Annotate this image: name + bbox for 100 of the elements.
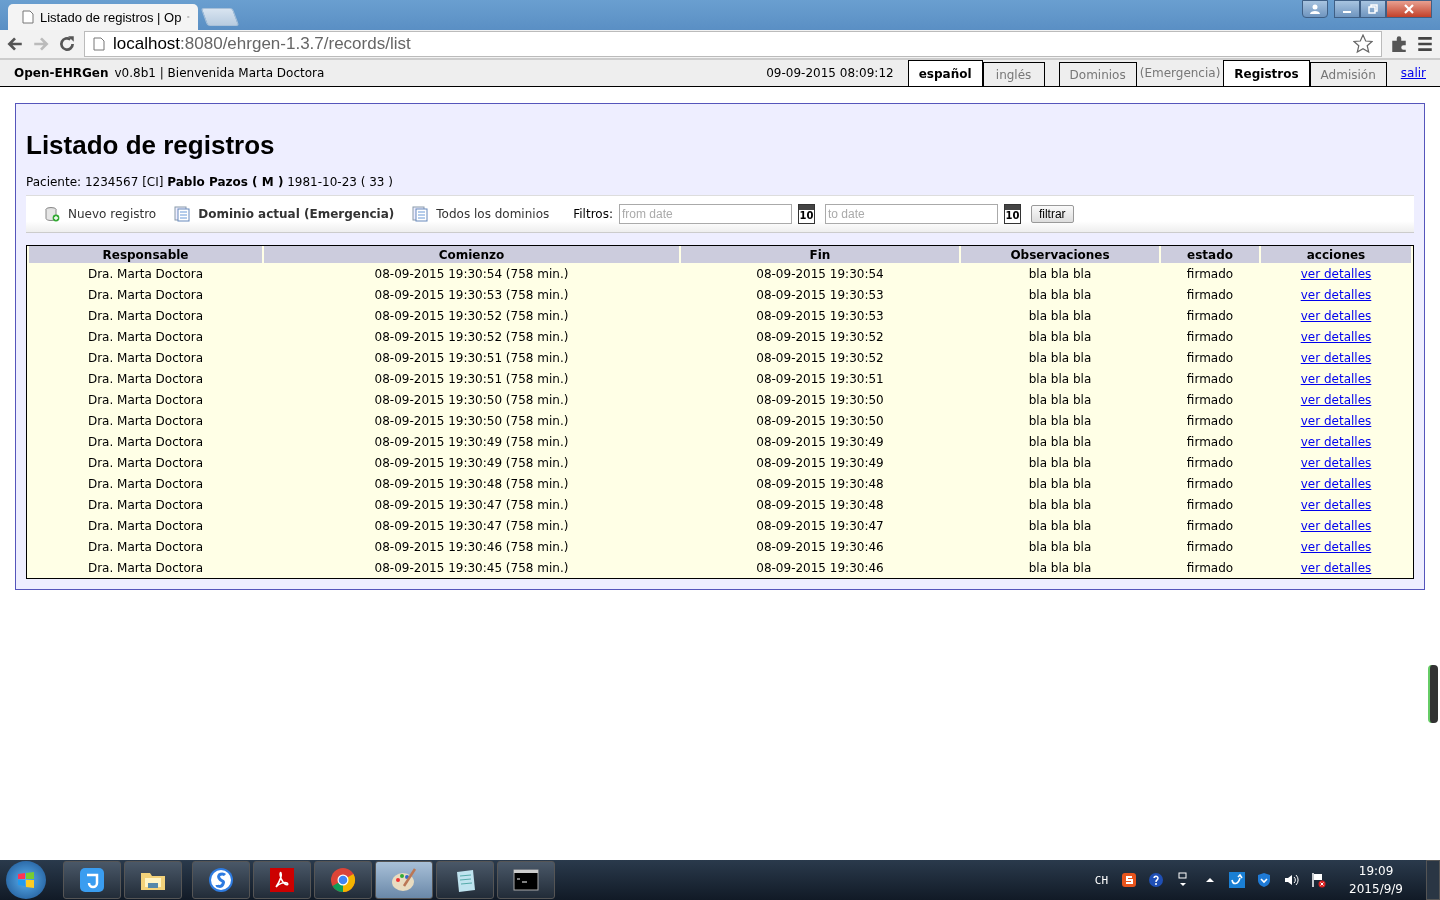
menu-tab[interactable]: Registros (1223, 60, 1310, 86)
table-cell: Dra. Marta Doctora (87, 413, 204, 428)
table-cell: Dra. Marta Doctora (87, 329, 204, 344)
details-link[interactable]: ver detalles (1300, 434, 1372, 449)
chrome-icon[interactable] (314, 861, 372, 899)
details-link[interactable]: ver detalles (1300, 413, 1372, 428)
restore-button[interactable] (1360, 0, 1386, 18)
star-icon[interactable] (1353, 34, 1373, 54)
terminal-icon[interactable] (497, 861, 555, 899)
back-icon[interactable] (6, 35, 24, 53)
clock[interactable]: 19:09 2015/9/9 (1349, 862, 1403, 898)
tab-title: Listado de registros | Op (40, 9, 182, 25)
details-link[interactable]: ver detalles (1300, 266, 1372, 281)
table-cell: firmado (1186, 497, 1234, 512)
table-cell: Dra. Marta Doctora (87, 308, 204, 323)
table-cell: 08-09-2015 19:30:46 (758 min.) (374, 539, 569, 554)
app-name: Open-EHRGen (14, 65, 109, 82)
table-cell: 08-09-2015 19:30:49 (756, 455, 884, 470)
flag-icon[interactable] (1310, 872, 1327, 888)
close-button[interactable] (1386, 0, 1432, 18)
language-tab[interactable]: inglés (982, 62, 1045, 86)
to-date-field[interactable]: to date (824, 204, 998, 224)
column-header: Fin (681, 246, 959, 263)
menu-icon[interactable] (1416, 35, 1434, 53)
details-link[interactable]: ver detalles (1300, 371, 1372, 386)
table-cell: bla bla bla (1028, 287, 1092, 302)
logout-link[interactable]: salir (1386, 60, 1440, 86)
table-cell: 08-09-2015 19:30:48 (756, 476, 884, 491)
table-cell: bla bla bla (1028, 560, 1092, 575)
table-cell: bla bla bla (1028, 413, 1092, 428)
reload-icon[interactable] (58, 35, 76, 53)
from-date-field[interactable]: from date (618, 204, 792, 224)
menu-tab[interactable]: Dominios (1058, 62, 1137, 86)
language-tab[interactable]: español (907, 60, 983, 86)
filters-label: Filtros: (573, 207, 613, 221)
input-language[interactable]: CH (1094, 873, 1109, 887)
browser-icon[interactable] (192, 861, 250, 899)
menu-tab[interactable]: Admisión (1309, 62, 1387, 86)
table-cell: 08-09-2015 19:30:53 (756, 308, 884, 323)
help-icon[interactable] (1148, 872, 1165, 888)
table-cell: bla bla bla (1028, 434, 1092, 449)
table-cell: 08-09-2015 19:30:51 (756, 371, 884, 386)
profile-button[interactable] (1302, 0, 1328, 18)
table-cell: Dra. Marta Doctora (87, 497, 204, 512)
table-cell: firmado (1186, 434, 1234, 449)
table-cell: bla bla bla (1028, 350, 1092, 365)
user-icon (1309, 3, 1321, 15)
page-icon (93, 37, 105, 51)
table-cell: bla bla bla (1028, 308, 1092, 323)
table-cell: 08-09-2015 19:30:46 (756, 560, 884, 575)
all-domains-link[interactable]: Todos los dominios (412, 206, 550, 222)
table-cell: bla bla bla (1028, 329, 1092, 344)
minimize-button[interactable] (1334, 0, 1360, 18)
details-link[interactable]: ver detalles (1300, 455, 1372, 470)
table-cell: 08-09-2015 19:30:47 (756, 518, 884, 533)
notepad-icon[interactable] (436, 861, 494, 899)
sync-icon[interactable] (1229, 872, 1246, 888)
table-cell: 08-09-2015 19:30:52 (758 min.) (374, 329, 569, 344)
folder-icon[interactable] (124, 861, 182, 899)
column-header: estado (1161, 246, 1259, 263)
restore-icon (1367, 3, 1379, 15)
column-header: acciones (1261, 246, 1411, 263)
table-cell: 08-09-2015 19:30:53 (756, 287, 884, 302)
puzzle-icon[interactable] (1390, 35, 1408, 53)
details-link[interactable]: ver detalles (1300, 329, 1372, 344)
table-cell: 08-09-2015 19:30:50 (756, 392, 884, 407)
current-domain-link[interactable]: Dominio actual (Emergencia) (174, 206, 395, 222)
table-cell: 08-09-2015 19:30:52 (758 min.) (374, 308, 569, 323)
pdf-icon[interactable] (253, 861, 311, 899)
taskbar-app-icon[interactable] (63, 861, 121, 899)
calendar-icon[interactable]: 10 (1003, 204, 1021, 224)
shield-icon[interactable] (1256, 872, 1273, 888)
details-link[interactable]: ver detalles (1300, 287, 1372, 302)
welcome-text: v0.8b1 | Bienvenida Marta Doctora (114, 65, 325, 82)
page-title: Listado de registros (26, 130, 276, 161)
paint-icon[interactable] (375, 861, 433, 899)
details-link[interactable]: ver detalles (1300, 539, 1372, 554)
column-header: Responsable (29, 246, 262, 263)
calendar-icon[interactable]: 10 (797, 204, 815, 224)
table-cell: firmado (1186, 308, 1234, 323)
table-cell: 08-09-2015 19:30:50 (756, 413, 884, 428)
details-link[interactable]: ver detalles (1300, 392, 1372, 407)
documents-icon (174, 206, 191, 222)
table-cell: bla bla bla (1028, 392, 1092, 407)
new-record-link[interactable]: Nuevo registro (44, 206, 157, 222)
volume-icon[interactable] (1283, 872, 1300, 888)
details-link[interactable]: ver detalles (1300, 476, 1372, 491)
details-link[interactable]: ver detalles (1300, 350, 1372, 365)
new-tab-button[interactable] (200, 8, 240, 26)
details-link[interactable]: ver detalles (1300, 308, 1372, 323)
details-link[interactable]: ver detalles (1300, 497, 1372, 512)
details-link[interactable]: ver detalles (1300, 518, 1372, 533)
scroll-indicator[interactable] (1428, 665, 1438, 723)
filter-button[interactable]: filtrar (1030, 205, 1074, 223)
start-button[interactable] (6, 861, 46, 899)
details-link[interactable]: ver detalles (1300, 560, 1372, 575)
table-cell: Dra. Marta Doctora (87, 434, 204, 449)
input-method-icon[interactable] (1121, 872, 1138, 888)
address-bar[interactable]: localhost:8080/ehrgen-1.3.7/records/list (84, 31, 1382, 57)
browser-tab[interactable]: Listado de registros | Op (8, 4, 198, 30)
